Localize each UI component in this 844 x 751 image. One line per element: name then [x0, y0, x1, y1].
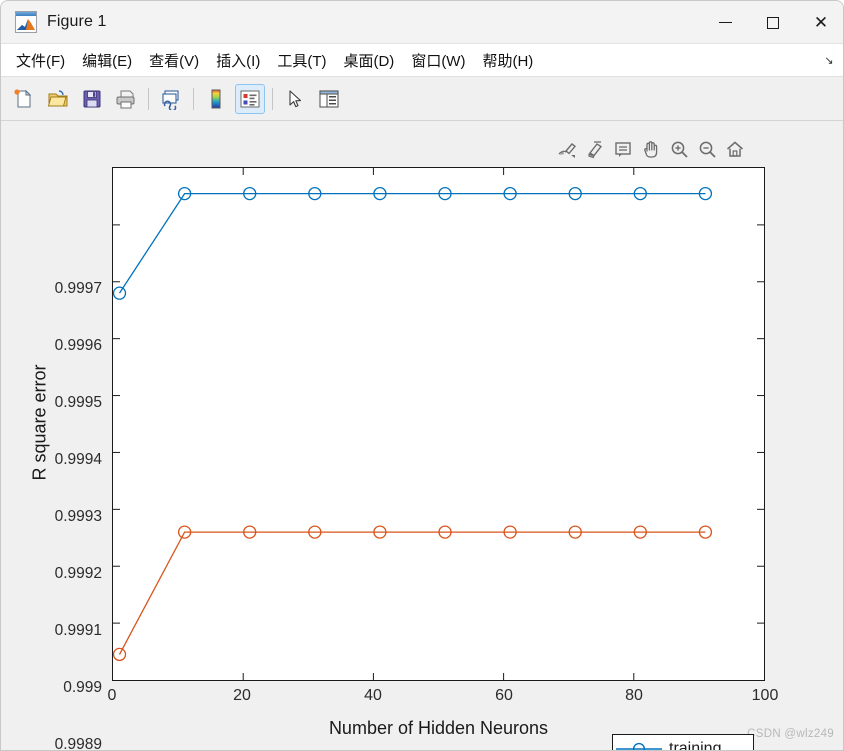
y-tick-label: 0.9991: [54, 622, 102, 639]
x-tick-label: 80: [625, 687, 643, 704]
x-tick-label: 60: [495, 687, 513, 704]
close-icon: ✕: [813, 13, 829, 32]
link-plot-icon[interactable]: [156, 84, 186, 114]
menu-bar: 文件(F) 编辑(E) 查看(V) 插入(I) 工具(T) 桌面(D) 窗口(W…: [1, 44, 843, 77]
legend-label-training: training: [669, 740, 722, 751]
property-inspector-icon[interactable]: [314, 84, 344, 114]
series-line-testing: [118, 531, 706, 655]
menu-view[interactable]: 查看(V): [142, 47, 206, 74]
figure-canvas: 0.9997 0.9996 0.9995 0.9994 0.9993 0.999…: [2, 122, 843, 751]
brush-data-icon[interactable]: [582, 136, 608, 162]
new-figure-icon[interactable]: [9, 84, 39, 114]
menu-help[interactable]: 帮助(H): [475, 47, 540, 74]
window-title: Figure 1: [47, 13, 107, 30]
toolbar-separator-1: [148, 87, 149, 110]
y-tick-label: 0.9996: [54, 337, 102, 354]
menu-window[interactable]: 窗口(W): [404, 47, 472, 74]
legend-marker-training: [613, 739, 665, 750]
zoom-out-icon[interactable]: [694, 136, 720, 162]
title-bar: Figure 1 ✕: [1, 1, 843, 44]
maximize-button[interactable]: [749, 1, 797, 44]
y-tick-label: 0.9993: [54, 508, 102, 525]
menu-insert[interactable]: 插入(I): [209, 47, 267, 74]
menu-file[interactable]: 文件(F): [9, 47, 72, 74]
print-figure-icon[interactable]: [111, 84, 141, 114]
maximize-icon: [767, 16, 779, 29]
restore-view-home-icon[interactable]: [722, 136, 748, 162]
y-tick-label: 0.9992: [54, 565, 102, 582]
figure-toolbar: [1, 77, 843, 121]
y-tick-label: 0.9994: [54, 451, 102, 468]
data-point-marker: [113, 647, 127, 662]
menu-edit[interactable]: 编辑(E): [75, 47, 139, 74]
pan-hand-icon[interactable]: [638, 136, 664, 162]
menu-desktop[interactable]: 桌面(D): [336, 47, 401, 74]
x-tick-label: 0: [107, 687, 117, 704]
close-button[interactable]: ✕: [797, 1, 843, 44]
csdn-watermark: CSDN @wlz249: [747, 728, 834, 740]
export-save-icon[interactable]: [554, 136, 580, 162]
plot-area: [112, 167, 765, 681]
toolbar-separator-3: [272, 87, 273, 110]
matlab-figure-window: Figure 1 ✕ 文件(F) 编辑(E) 查看(V) 插入(I) 工具(T)…: [0, 0, 844, 751]
series-line-training: [118, 192, 706, 294]
y-tick-label: 0.999: [63, 679, 102, 696]
edit-plot-pointer-icon[interactable]: [280, 84, 310, 114]
insert-legend-icon[interactable]: [235, 83, 265, 114]
menu-overflow-icon[interactable]: ↘: [823, 55, 835, 67]
open-file-icon[interactable]: [43, 84, 73, 114]
save-figure-icon[interactable]: [77, 84, 107, 114]
window-controls: ✕: [701, 1, 843, 44]
matlab-membrane-icon: [15, 11, 37, 33]
minimize-button[interactable]: [701, 1, 749, 44]
x-tick-label: 100: [751, 687, 779, 704]
plot-legend[interactable]: training testing: [612, 734, 755, 751]
data-tips-icon[interactable]: [610, 136, 636, 162]
y-axis-label: R square error: [29, 364, 50, 481]
axes-toolbar: [554, 136, 748, 162]
y-tick-label: 0.9997: [54, 280, 102, 297]
plot-series-svg: [113, 168, 764, 680]
x-tick-label: 20: [233, 687, 251, 704]
toolbar-separator-2: [193, 87, 194, 110]
y-tick-label: 0.9995: [54, 394, 102, 411]
menu-tools[interactable]: 工具(T): [270, 47, 333, 74]
x-tick-label: 40: [364, 687, 382, 704]
legend-entry-training: training: [613, 737, 755, 751]
zoom-in-icon[interactable]: [666, 136, 692, 162]
insert-colorbar-icon[interactable]: [201, 84, 231, 114]
minimize-icon: [718, 22, 732, 23]
y-tick-label: 0.9989: [54, 736, 102, 751]
